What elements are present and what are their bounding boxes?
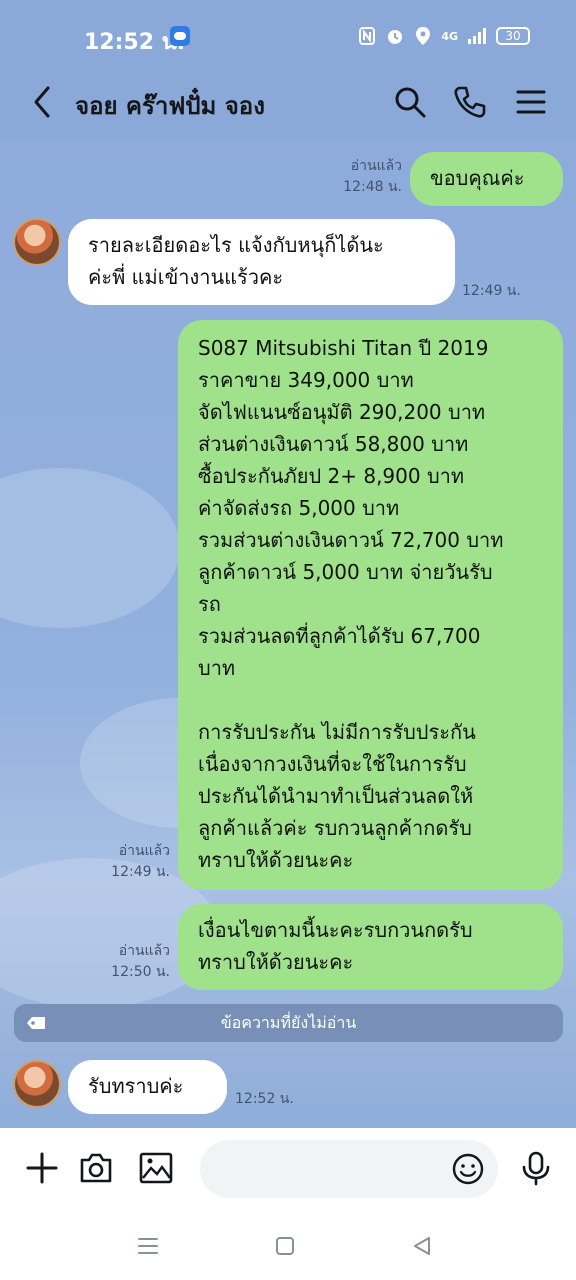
message-time: 12:52 น.: [235, 1091, 294, 1107]
camera-icon[interactable]: [78, 1150, 114, 1186]
message-input[interactable]: [200, 1140, 498, 1198]
avatar[interactable]: [13, 1060, 61, 1108]
unread-label: ข้อความที่ยังไม่อ่าน: [220, 1013, 357, 1032]
weather-icon: [170, 26, 190, 46]
message-bubble-outgoing[interactable]: S087 Mitsubishi Titan ปี 2019 ราคาขาย 34…: [178, 320, 563, 890]
search-icon[interactable]: [392, 84, 428, 120]
home-icon[interactable]: [273, 1234, 297, 1258]
message-bubble-incoming[interactable]: รับทราบค่ะ: [68, 1060, 227, 1114]
input-bar: [0, 1128, 576, 1210]
phone-icon[interactable]: [452, 84, 488, 120]
message-meta: อ่านแล้ว 12:50 น.: [92, 941, 170, 983]
back-nav-icon[interactable]: [410, 1234, 434, 1258]
message-time: 12:49 น.: [111, 864, 170, 880]
message-time: 12:50 น.: [111, 964, 170, 980]
read-receipt: อ่านแล้ว: [118, 943, 170, 959]
status-bar: 12:52 น. 4G 30: [0, 0, 576, 66]
signal-icon: [468, 28, 486, 44]
unread-tag-icon: [27, 1017, 45, 1029]
plus-icon[interactable]: [24, 1150, 60, 1186]
location-icon: [416, 27, 431, 45]
battery-icon: 30: [496, 27, 530, 45]
emoji-icon[interactable]: [452, 1153, 484, 1185]
recents-icon[interactable]: [136, 1234, 160, 1258]
image-icon[interactable]: [138, 1150, 174, 1186]
message-meta: อ่านแล้ว 12:48 น.: [320, 156, 402, 198]
message-time: 12:48 น.: [343, 179, 402, 195]
system-nav-bar: [0, 1210, 576, 1280]
background-cloud: [0, 468, 180, 628]
avatar[interactable]: [13, 218, 61, 266]
message-bubble-outgoing[interactable]: ขอบคุณค่ะ: [410, 152, 563, 206]
message-bubble-incoming[interactable]: รายละเอียดอะไร แจ้งกับหนุก็ได้นะ ค่ะพี่ …: [68, 219, 455, 305]
unread-divider: ข้อความที่ยังไม่อ่าน: [14, 1004, 563, 1042]
status-icons: 4G 30: [359, 26, 530, 46]
network-label: 4G: [441, 29, 458, 43]
read-receipt: อ่านแล้ว: [118, 843, 170, 859]
chat-header: จอย คร๊าฟปั๋ม จอง: [0, 66, 576, 138]
chat-area[interactable]: อ่านแล้ว 12:48 น. ขอบคุณค่ะ รายละเอียดอะ…: [0, 138, 576, 1128]
mic-icon[interactable]: [518, 1150, 554, 1186]
message-time: 12:49 น.: [462, 283, 521, 299]
message-meta: อ่านแล้ว 12:49 น.: [92, 841, 170, 883]
alarm-icon: [388, 30, 403, 44]
message-bubble-outgoing[interactable]: เงื่อนไขตามนี้นะคะรบกวนกดรับ ทราบให้ด้วย…: [178, 904, 563, 990]
back-icon[interactable]: [28, 82, 56, 122]
read-receipt: อ่านแล้ว: [350, 158, 402, 174]
nfc-icon: [359, 27, 376, 45]
menu-icon[interactable]: [512, 84, 548, 120]
chat-title[interactable]: จอย คร๊าฟปั๋ม จอง: [75, 86, 265, 125]
